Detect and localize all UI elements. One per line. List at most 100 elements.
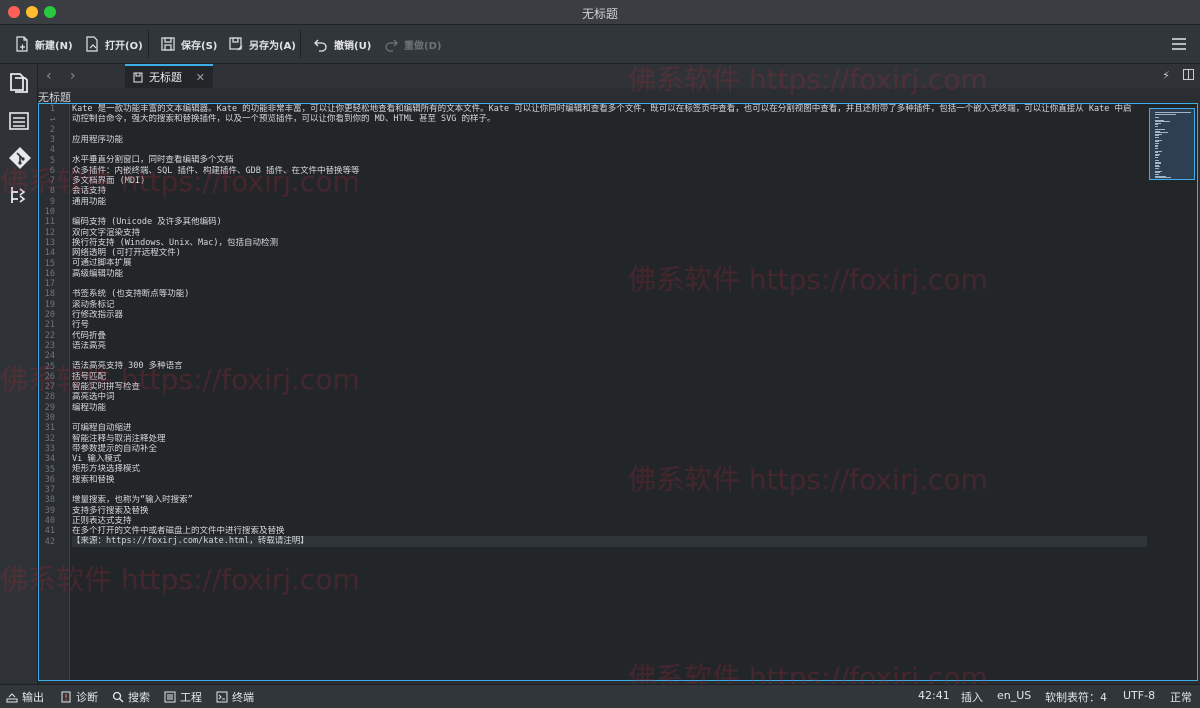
new-file-icon (16, 36, 28, 52)
tab-untitled[interactable]: 无标题 ✕ (125, 64, 213, 88)
title-bar: 无标题 (0, 0, 1200, 25)
main-toolbar: 新建(N) 打开(O) 保存(S) 另存为(A) 撤销(U) 重做(D) (0, 25, 1200, 64)
search-panel-button[interactable]: 搜索 (112, 689, 150, 705)
editor-line[interactable] (72, 207, 1147, 217)
editor-line[interactable]: 正则表达式支持 (72, 516, 1147, 526)
line-number: 13 (44, 237, 55, 248)
editor-line[interactable]: 行修改指示器 (72, 310, 1147, 320)
line-number: 22 (44, 330, 55, 341)
project-panel-button[interactable]: 工程 (164, 689, 202, 705)
text-content[interactable]: Kate 是一款功能丰富的文本编辑器。Kate 的功能非常丰富，可以让你更轻松地… (72, 104, 1147, 547)
line-number: 42 (44, 536, 55, 547)
line-number: 6 (49, 165, 55, 176)
forward-arrow-icon[interactable]: › (70, 68, 76, 84)
line-number: 29 (44, 402, 55, 413)
new-button[interactable]: 新建(N) (14, 33, 73, 55)
diagnostics-panel-button[interactable]: 诊断 (60, 689, 98, 705)
input-mode[interactable]: 插入 (961, 689, 983, 705)
editor-line[interactable]: 【来源：https://foxirj.com/kate.html，转载请注明】 (72, 536, 1147, 547)
redo-button[interactable]: 重做(D) (383, 33, 441, 55)
output-panel-button[interactable]: 输出 (6, 689, 44, 705)
editor-line[interactable]: 滚动条标记 (72, 300, 1147, 310)
open-button-label: 打开(O) (105, 40, 143, 52)
editor-line[interactable]: 动控制台命令，强大的搜索和替换插件，以及一个预览插件，可以让你看到你的 MD、H… (72, 114, 1147, 124)
editor-line[interactable]: 支持多行搜索及替换 (72, 506, 1147, 516)
editor-line[interactable]: 在多个打开的文件中或者磁盘上的文件中进行搜索及替换 (72, 526, 1147, 536)
editor-line[interactable]: 智能实时拼写检查 (72, 382, 1147, 392)
editor-line[interactable]: 可通过脚本扩展 (72, 258, 1147, 268)
editor-line[interactable]: 高级编辑功能 (72, 269, 1147, 279)
save-as-button[interactable]: 另存为(A) (228, 33, 296, 55)
minimap-line (1155, 113, 1177, 115)
line-number: 12 (44, 227, 55, 238)
editor-line[interactable]: Kate 是一款功能丰富的文本编辑器。Kate 的功能非常丰富，可以让你更轻松地… (72, 104, 1147, 114)
minimap[interactable] (1149, 108, 1195, 180)
save-as-button-label: 另存为(A) (249, 40, 296, 52)
editor-line[interactable]: 矩形方块选择模式 (72, 464, 1147, 474)
editor-line[interactable]: 众多插件：内嵌终端、SQL 插件、构建插件、GDB 插件、在文件中替换等等 (72, 166, 1147, 176)
editor-line[interactable] (72, 351, 1147, 361)
editor-line[interactable] (72, 125, 1147, 135)
editor-line[interactable]: 会话支持 (72, 186, 1147, 196)
editor-line[interactable]: 多文档界面 (MDI) (72, 176, 1147, 186)
editor-line[interactable]: 带参数提示的自动补全 (72, 444, 1147, 454)
diagnostics-icon (61, 691, 71, 703)
tab-bar: ‹ › 无标题 ✕ ⚡ (38, 64, 1200, 88)
minimap-line (1155, 136, 1160, 138)
line-number: 38 (44, 495, 55, 506)
quick-open-icon[interactable]: ⚡ (1162, 69, 1170, 82)
line-number: ↵ (49, 114, 55, 125)
editor-line[interactable]: 语法高亮 (72, 341, 1147, 351)
line-number: 8 (49, 186, 55, 197)
line-number: 27 (44, 382, 55, 393)
window-title: 无标题 (581, 7, 618, 21)
editor-area[interactable]: 1 ↵ 2 3 4 5 6 7 8 9 10 11 12 13 14 15 16 17 18 19 20 21 22 23 24… (38, 103, 1198, 681)
editor-line[interactable]: 通用功能 (72, 197, 1147, 207)
editor-line[interactable]: 代码折叠 (72, 331, 1147, 341)
editor-line[interactable] (72, 485, 1147, 495)
undo-button[interactable]: 撤销(U) (313, 33, 371, 55)
editor-line[interactable]: 高亮选中词 (72, 392, 1147, 402)
editor-line[interactable]: 书签系统 (也支持断点等功能) (72, 289, 1147, 299)
documents-panel-button[interactable] (8, 72, 30, 94)
project-icon (164, 691, 176, 703)
search-label: 搜索 (128, 691, 150, 704)
line-ending-mode[interactable]: 正常 (1170, 689, 1192, 705)
line-number: 33 (44, 443, 55, 454)
indent-settings[interactable]: 软制表符：4 (1045, 689, 1107, 705)
git-panel-button[interactable] (8, 146, 31, 169)
editor-line[interactable]: 搜索和替换 (72, 475, 1147, 485)
symbols-panel-button[interactable] (8, 110, 30, 132)
editor-line[interactable]: Vi 输入模式 (72, 454, 1147, 464)
projects-panel-button[interactable] (8, 184, 30, 206)
cursor-position[interactable]: 42:41 (918, 689, 950, 702)
save-button-label: 保存(S) (181, 40, 218, 52)
editor-line[interactable]: 编程功能 (72, 403, 1147, 413)
git-icon (9, 147, 31, 169)
open-button[interactable]: 打开(O) (84, 33, 143, 55)
editor-line[interactable] (72, 145, 1147, 155)
terminal-panel-button[interactable]: 终端 (216, 689, 254, 705)
editor-line[interactable]: 智能注释与取消注释处理 (72, 434, 1147, 444)
close-tab-icon[interactable]: ✕ (196, 71, 205, 84)
editor-line[interactable]: 应用程序功能 (72, 135, 1147, 145)
main-menu-button[interactable] (1172, 38, 1186, 53)
editor-line[interactable]: 括号匹配 (72, 372, 1147, 382)
encoding[interactable]: UTF-8 (1123, 689, 1155, 702)
editor-line[interactable]: 双向文字渲染支持 (72, 228, 1147, 238)
editor-line[interactable]: 语法高亮支持 300 多种语言 (72, 361, 1147, 371)
back-arrow-icon[interactable]: ‹ (46, 68, 52, 84)
dictionary-language[interactable]: en_US (997, 689, 1031, 702)
editor-line[interactable]: 行号 (72, 320, 1147, 330)
split-view-icon[interactable] (1183, 69, 1194, 83)
editor-line[interactable]: 网络透明 (可打开远程文件) (72, 248, 1147, 258)
editor-line[interactable]: 编码支持 (Unicode 及许多其他编码) (72, 217, 1147, 227)
save-button[interactable]: 保存(S) (160, 33, 217, 55)
editor-line[interactable]: 可编程自动缩进 (72, 423, 1147, 433)
editor-line[interactable]: 增量搜索，也称为“输入时搜索” (72, 495, 1147, 505)
editor-line[interactable] (72, 279, 1147, 289)
editor-line[interactable] (72, 413, 1147, 423)
document-icon (133, 72, 143, 82)
editor-line[interactable]: 换行符支持 (Windows、Unix、Mac)，包括自动检测 (72, 238, 1147, 248)
editor-line[interactable]: 水平垂直分割窗口，同时查看编辑多个文档 (72, 155, 1147, 165)
